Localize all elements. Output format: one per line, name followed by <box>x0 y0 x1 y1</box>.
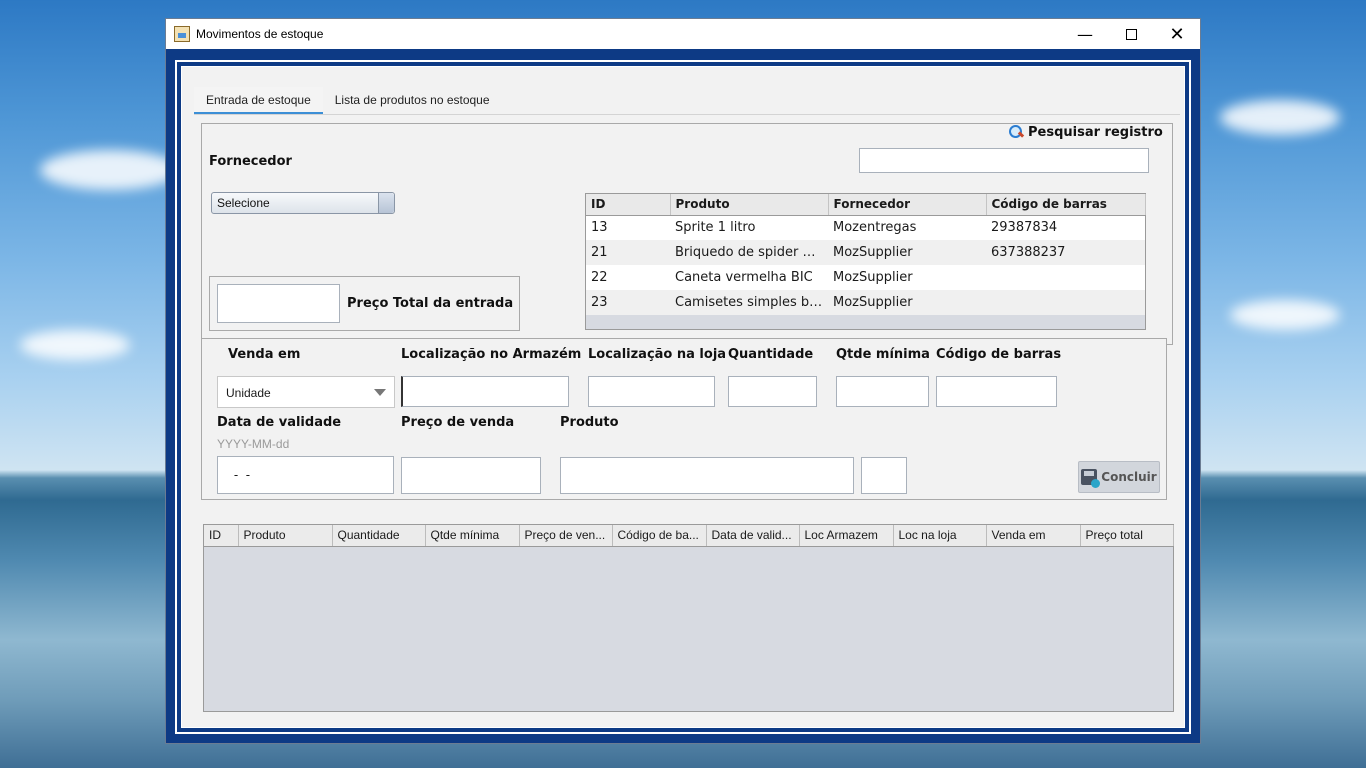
column-header[interactable]: Loc Armazem <box>799 525 894 547</box>
cell-id: 21 <box>586 240 670 265</box>
date-format-hint: YYYY-MM-dd <box>217 437 290 451</box>
concluir-label: Concluir <box>1101 470 1157 484</box>
cell-fornecedor: MozSupplier <box>828 265 986 290</box>
column-header[interactable]: Produto <box>238 525 333 547</box>
venda-em-value: Unidade <box>226 386 271 400</box>
products-table[interactable]: ID Produto Fornecedor Código de barras 1… <box>585 193 1146 330</box>
background-cloud <box>40 150 180 190</box>
cell-codigo <box>986 265 1145 290</box>
tab-entrada-estoque[interactable]: Entrada de estoque <box>194 87 323 115</box>
save-add-icon <box>1081 469 1101 488</box>
column-header[interactable]: Loc na loja <box>893 525 987 547</box>
app-window: Movimentos de estoque — ✕ Entrada de est… <box>165 18 1201 744</box>
background-cloud <box>1220 100 1340 135</box>
cell-id: 13 <box>586 215 670 240</box>
table-row[interactable]: 13 Sprite 1 litro Mozentregas 29387834 <box>586 215 1145 240</box>
column-header[interactable]: Preço total <box>1080 525 1174 547</box>
search-label: Pesquisar registro <box>1008 124 1163 140</box>
close-button[interactable]: ✕ <box>1154 19 1200 49</box>
minimize-button[interactable]: — <box>1062 19 1108 49</box>
column-header[interactable]: Código de ba... <box>612 525 707 547</box>
cell-codigo: 29387834 <box>986 215 1145 240</box>
column-header[interactable]: Código de barras <box>986 194 1146 216</box>
total-price-group: Preço Total da entrada <box>209 276 520 331</box>
search-label-text: Pesquisar registro <box>1028 124 1163 140</box>
quantidade-label: Quantidade <box>728 347 814 362</box>
stock-entry-form: Venda em Localização no Armazém Localiza… <box>201 338 1167 500</box>
loc-armazem-label: Localização no Armazém <box>401 347 582 362</box>
tab-divider <box>194 114 1180 115</box>
loc-loja-label: Localização na loja <box>588 347 727 362</box>
tab-bar: Entrada de estoque Lista de produtos no … <box>194 87 502 115</box>
close-icon: ✕ <box>1169 23 1185 45</box>
entries-table[interactable]: ID Produto Quantidade Qtde mínima Preço … <box>203 524 1174 712</box>
cell-produto: Caneta vermelha BIC <box>670 265 828 290</box>
cell-fornecedor: Mozentregas <box>828 215 986 240</box>
column-header[interactable]: Venda em <box>986 525 1081 547</box>
produto-label: Produto <box>560 415 619 430</box>
window-title: Movimentos de estoque <box>196 27 324 41</box>
qtde-minima-input[interactable] <box>836 376 929 407</box>
qtde-minima-label: Qtde mínima <box>836 347 930 362</box>
table-row[interactable]: 21 Briquedo de spider man MozSupplier 63… <box>586 240 1145 265</box>
produto-input[interactable] <box>560 457 854 494</box>
cell-fornecedor: MozSupplier <box>828 290 986 315</box>
codigo-barras-label: Código de barras <box>936 347 1062 362</box>
data-validade-input[interactable]: - - <box>217 456 394 494</box>
column-header[interactable]: Fornecedor <box>828 194 987 216</box>
total-price-field[interactable] <box>217 284 340 323</box>
cell-codigo: 637388237 <box>986 240 1145 265</box>
supplier-select[interactable]: Selecione <box>211 192 395 214</box>
cell-produto: Camisetes simples bra... <box>670 290 828 315</box>
window-frame: Entrada de estoque Lista de produtos no … <box>166 49 1200 743</box>
chevron-down-icon <box>374 389 386 396</box>
background-cloud <box>20 330 130 360</box>
maximize-icon <box>1125 28 1137 40</box>
column-header[interactable]: Preço de ven... <box>519 525 613 547</box>
total-price-label: Preço Total da entrada <box>347 296 514 311</box>
produto-id-input[interactable] <box>861 457 907 494</box>
table-row[interactable]: 22 Caneta vermelha BIC MozSupplier <box>586 265 1145 290</box>
column-header[interactable]: ID <box>586 194 671 216</box>
column-header[interactable]: Data de valid... <box>706 525 800 547</box>
loc-armazem-input[interactable] <box>401 376 569 407</box>
chevron-down-icon <box>378 193 394 213</box>
minimize-icon: — <box>1077 24 1093 44</box>
column-header[interactable]: Produto <box>670 194 829 216</box>
cell-produto: Sprite 1 litro <box>670 215 828 240</box>
cell-id: 22 <box>586 265 670 290</box>
main-content: Entrada de estoque Lista de produtos no … <box>182 67 1184 727</box>
column-header[interactable]: ID <box>204 525 239 547</box>
maximize-button[interactable] <box>1108 19 1154 49</box>
column-header[interactable]: Qtde mínima <box>425 525 520 547</box>
background-cloud <box>1230 300 1340 330</box>
search-icon <box>1008 124 1024 140</box>
search-input[interactable] <box>859 148 1149 173</box>
data-validade-label: Data de validade <box>217 415 342 430</box>
supplier-select-value: Selecione <box>217 196 270 210</box>
title-bar[interactable]: Movimentos de estoque — ✕ <box>166 19 1200 49</box>
preco-venda-label: Preço de venda <box>401 415 515 430</box>
venda-em-label: Venda em <box>228 347 301 362</box>
cell-fornecedor: MozSupplier <box>828 240 986 265</box>
cell-id: 23 <box>586 290 670 315</box>
table-row[interactable]: 23 Camisetes simples bra... MozSupplier <box>586 290 1145 315</box>
java-app-icon <box>174 26 190 42</box>
cell-produto: Briquedo de spider man <box>670 240 828 265</box>
quantidade-input[interactable] <box>728 376 817 407</box>
codigo-barras-input[interactable] <box>936 376 1057 407</box>
preco-venda-input[interactable] <box>401 457 541 494</box>
cell-codigo <box>986 290 1145 315</box>
supplier-label: Fornecedor <box>209 154 292 169</box>
concluir-button[interactable]: Concluir <box>1078 461 1160 493</box>
column-header[interactable]: Quantidade <box>332 525 426 547</box>
venda-em-select[interactable]: Unidade <box>217 376 395 408</box>
tab-lista-produtos[interactable]: Lista de produtos no estoque <box>323 87 502 115</box>
loc-loja-input[interactable] <box>588 376 715 407</box>
